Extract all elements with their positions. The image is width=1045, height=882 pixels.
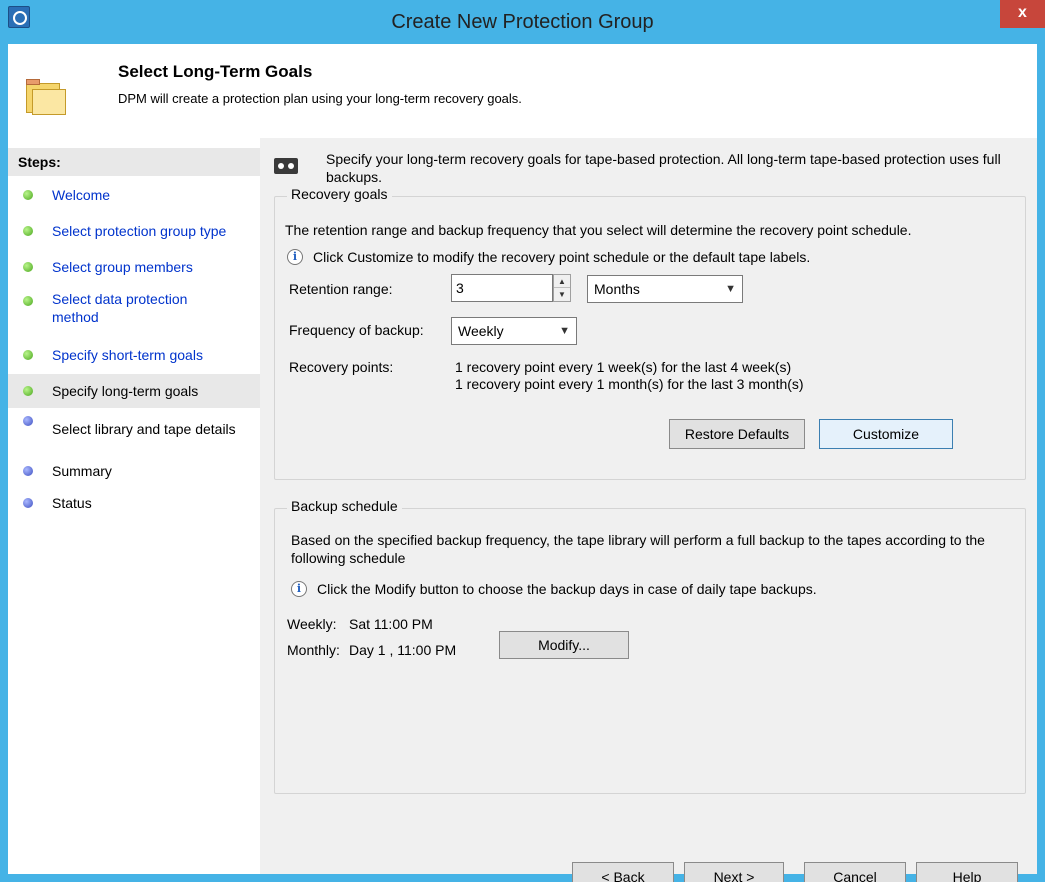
- retention-range-spinner[interactable]: ▲ ▼: [553, 274, 571, 302]
- step-welcome[interactable]: Welcome: [8, 182, 260, 208]
- recovery-goals-group: Recovery goals The retention range and b…: [274, 186, 1026, 480]
- recovery-points-line-2: 1 recovery point every 1 month(s) for th…: [455, 376, 804, 392]
- folder-icon: [26, 79, 66, 115]
- window-title: Create New Protection Group: [391, 11, 654, 33]
- weekly-value: Sat 11:00 PM: [349, 616, 433, 632]
- monthly-label: Monthly:: [287, 642, 340, 658]
- frequency-select[interactable]: Weekly ▼: [451, 317, 577, 345]
- close-button[interactable]: x: [1000, 0, 1045, 28]
- step-label: Select data protection method: [52, 291, 188, 325]
- step-summary[interactable]: Summary: [8, 460, 260, 486]
- steps-heading: Steps:: [8, 148, 260, 176]
- recovery-points-label: Recovery points:: [289, 359, 394, 375]
- step-specify-short-term-goals[interactable]: Specify short-term goals: [8, 342, 260, 368]
- spin-down-icon[interactable]: ▼: [554, 288, 570, 301]
- monthly-value: Day 1 , 11:00 PM: [349, 642, 457, 658]
- step-label: Select library and tape details: [52, 421, 236, 437]
- restore-defaults-button[interactable]: Restore Defaults: [669, 419, 805, 449]
- step-label: Select group members: [52, 259, 193, 275]
- step-status[interactable]: Status: [8, 492, 260, 518]
- step-label: Status: [52, 495, 92, 511]
- info-icon: i: [291, 581, 307, 597]
- dialog-window: Create New Protection Group x Select Lon…: [0, 0, 1045, 882]
- retention-unit-value: Months: [594, 281, 640, 297]
- backup-description: Based on the specified backup frequency,…: [291, 532, 985, 566]
- step-done-icon: [23, 350, 33, 360]
- step-label: Summary: [52, 463, 112, 479]
- step-select-group-members[interactable]: Select group members: [8, 254, 260, 280]
- frequency-label: Frequency of backup:: [289, 322, 424, 338]
- steps-sidebar: Steps: Welcome Select protection group t…: [8, 138, 260, 874]
- step-label: Specify long-term goals: [52, 383, 199, 399]
- step-pending-icon: [23, 416, 33, 426]
- step-done-icon: [23, 226, 33, 236]
- step-pending-icon: [23, 498, 33, 508]
- weekly-label: Weekly:: [287, 616, 337, 632]
- step-select-protection-group-type[interactable]: Select protection group type: [8, 218, 260, 244]
- recovery-info-text: Click Customize to modify the recovery p…: [313, 249, 811, 265]
- recovery-description: The retention range and backup frequency…: [285, 222, 912, 238]
- backup-schedule-group: Backup schedule Based on the specified b…: [274, 498, 1026, 794]
- dialog-client: Select Long-Term Goals DPM will create a…: [8, 44, 1037, 882]
- step-done-icon: [23, 190, 33, 200]
- title-bar[interactable]: Create New Protection Group x: [0, 0, 1045, 44]
- intro-text: Specify your long-term recovery goals fo…: [326, 151, 1001, 185]
- backup-info-text: Click the Modify button to choose the ba…: [317, 581, 817, 597]
- retention-range-label: Retention range:: [289, 281, 393, 297]
- step-label: Welcome: [52, 187, 111, 203]
- spin-up-icon[interactable]: ▲: [554, 275, 570, 288]
- page-subtitle: DPM will create a protection plan using …: [118, 91, 522, 106]
- back-button[interactable]: < Back: [572, 862, 674, 882]
- backup-schedule-title: Backup schedule: [287, 498, 402, 514]
- recovery-points-line-1: 1 recovery point every 1 week(s) for the…: [455, 359, 792, 375]
- step-label: Specify short-term goals: [52, 347, 203, 363]
- step-pending-icon: [23, 466, 33, 476]
- chevron-down-icon: ▼: [559, 325, 570, 337]
- step-specify-long-term-goals[interactable]: Specify long-term goals: [8, 374, 260, 408]
- main-panel: Specify your long-term recovery goals fo…: [260, 138, 1037, 882]
- step-select-library-and-tape-details[interactable]: Select library and tape details: [8, 414, 260, 444]
- page-title: Select Long-Term Goals: [118, 62, 313, 81]
- info-icon: i: [287, 249, 303, 265]
- customize-button[interactable]: Customize: [819, 419, 953, 449]
- step-done-icon: [23, 262, 33, 272]
- step-label: Select protection group type: [52, 223, 227, 239]
- frequency-value: Weekly: [458, 323, 504, 339]
- help-button[interactable]: Help: [916, 862, 1018, 882]
- recovery-goals-title: Recovery goals: [287, 186, 392, 202]
- retention-range-input[interactable]: 3: [451, 274, 553, 302]
- wizard-header: Select Long-Term Goals DPM will create a…: [8, 44, 1037, 138]
- step-current-icon: [23, 386, 33, 396]
- next-button[interactable]: Next >: [684, 862, 784, 882]
- tape-icon: [274, 158, 298, 174]
- step-select-data-protection-method[interactable]: Select data protection method: [8, 288, 260, 332]
- cancel-button[interactable]: Cancel: [804, 862, 906, 882]
- retention-unit-select[interactable]: Months ▼: [587, 275, 743, 303]
- step-done-icon: [23, 296, 33, 306]
- modify-button[interactable]: Modify...: [499, 631, 629, 659]
- chevron-down-icon: ▼: [725, 283, 736, 295]
